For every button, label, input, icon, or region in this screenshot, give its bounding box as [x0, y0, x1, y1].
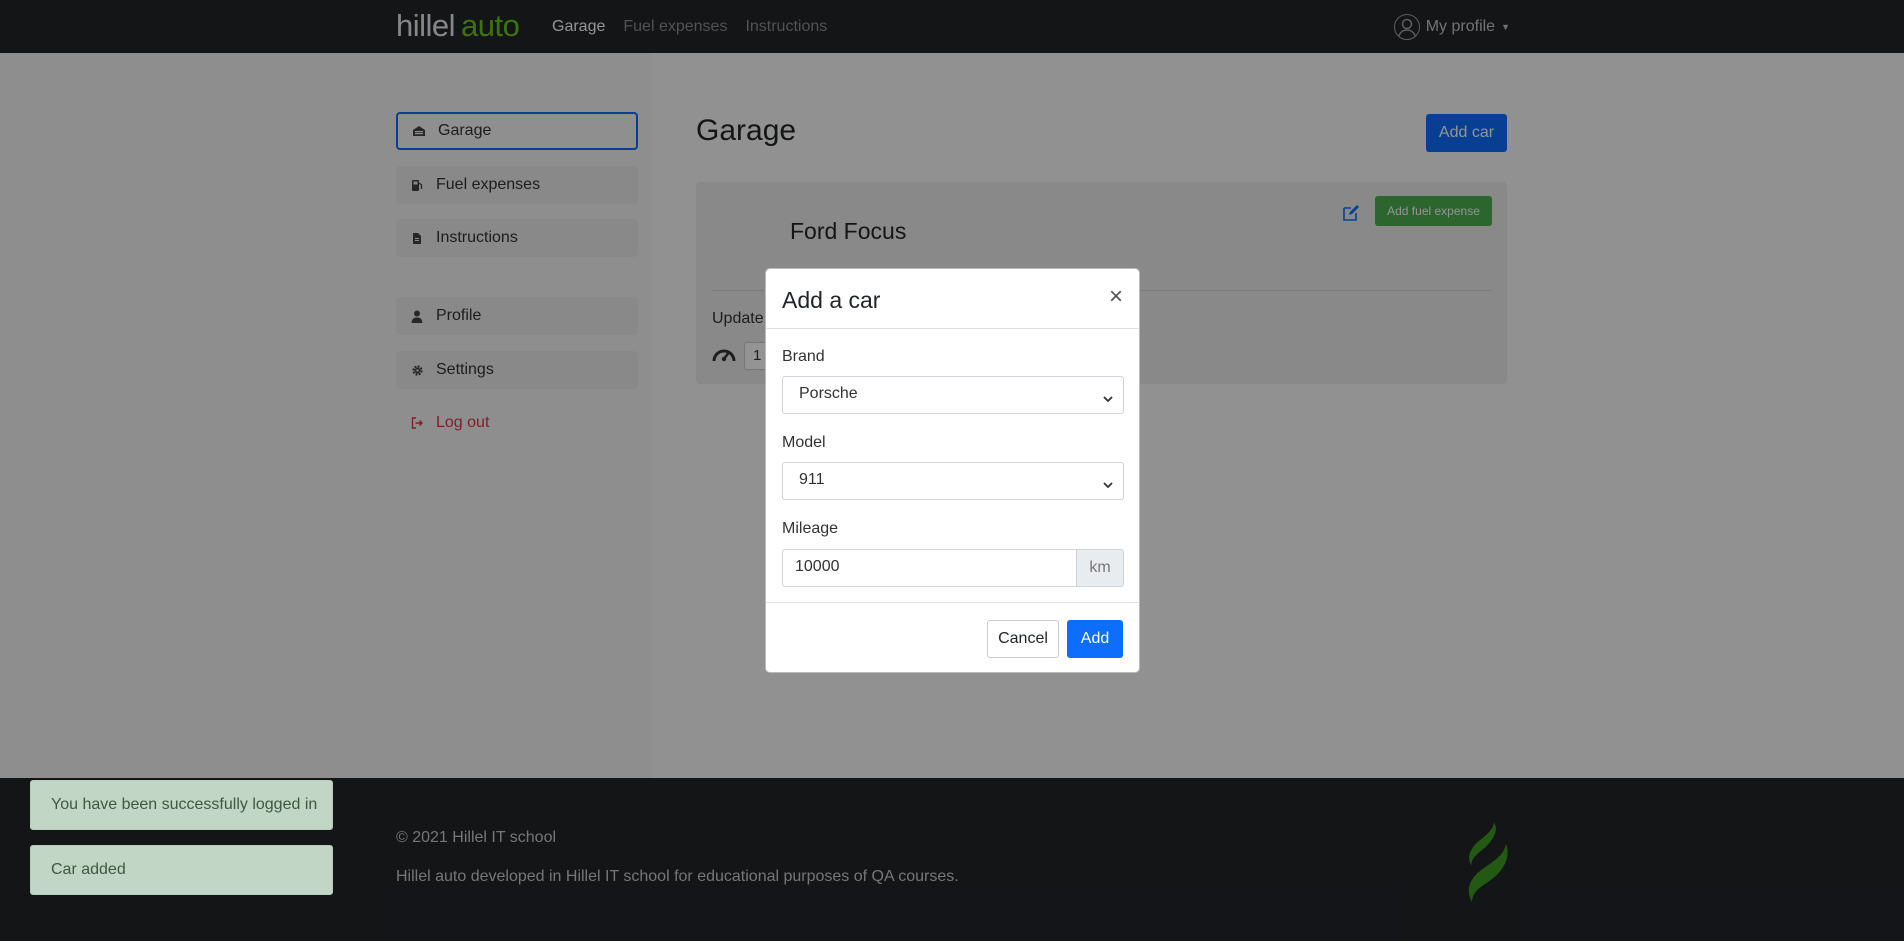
- cancel-button[interactable]: Cancel: [987, 620, 1059, 658]
- toast-car-added[interactable]: Car added: [30, 845, 333, 895]
- mileage-input[interactable]: 10000: [782, 549, 1076, 587]
- brand-select[interactable]: Porsche: [782, 376, 1124, 414]
- model-select[interactable]: 911: [782, 462, 1124, 500]
- add-button[interactable]: Add: [1067, 620, 1123, 658]
- modal-footer: Cancel Add: [766, 602, 1139, 674]
- brand-label: Brand: [782, 348, 825, 365]
- model-label: Model: [782, 434, 826, 451]
- modal-title: Add a car: [782, 287, 881, 313]
- add-car-modal: Add a car × Brand Porsche Model 911 Mile…: [765, 268, 1140, 673]
- toast-logged-in[interactable]: You have been successfully logged in: [30, 780, 333, 830]
- close-icon[interactable]: ×: [1109, 285, 1123, 309]
- chevron-down-icon: [1103, 391, 1113, 403]
- mileage-label: Mileage: [782, 520, 839, 537]
- chevron-down-icon: [1103, 477, 1113, 489]
- mileage-input-group: 10000 km: [782, 549, 1124, 587]
- modal-header: Add a car ×: [766, 269, 1139, 329]
- model-select-value: 911: [799, 471, 825, 488]
- mileage-unit: km: [1076, 549, 1124, 587]
- brand-select-value: Porsche: [799, 385, 858, 402]
